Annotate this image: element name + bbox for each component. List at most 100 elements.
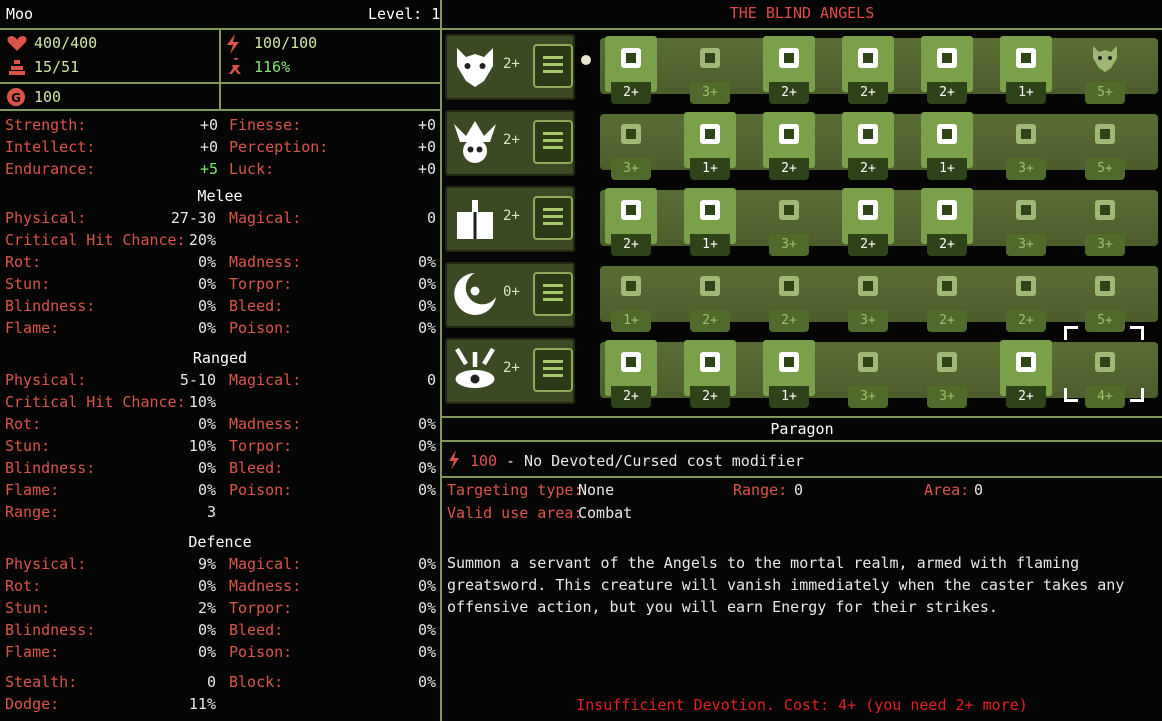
- skill-slot[interactable]: 1+: [684, 188, 736, 256]
- skill-cost: 2+: [848, 234, 888, 256]
- skill-slot[interactable]: 3+: [1079, 188, 1131, 256]
- skill-slot[interactable]: 2+: [842, 112, 894, 180]
- skill-slot[interactable]: 2+: [763, 36, 815, 104]
- stat-label: Magical:: [229, 209, 302, 227]
- scroll-icon[interactable]: [533, 120, 573, 164]
- chaos-star-icon: [858, 276, 878, 296]
- valid-area-label: Valid use area:: [447, 504, 583, 522]
- skill-cost: 1+: [1006, 82, 1046, 104]
- jester-skull-icon: [454, 121, 496, 163]
- skill-slot[interactable]: 2+: [1000, 340, 1052, 408]
- stat-label: Magical:: [229, 371, 302, 389]
- stat-value: 0%: [197, 481, 216, 499]
- skill-slot[interactable]: 1+: [921, 112, 973, 180]
- tree-row: 2+ 3+ 1+ 2+ 2+ 1+ 3+ 5+: [445, 108, 1159, 180]
- skill-slot[interactable]: 3+: [1000, 112, 1052, 180]
- stat-value: 0%: [197, 459, 216, 477]
- scroll-icon[interactable]: [533, 44, 573, 88]
- skill-slot[interactable]: 2+: [684, 264, 736, 332]
- skill-slot[interactable]: 5+: [1079, 36, 1131, 104]
- skill-cost: 2+: [611, 82, 651, 104]
- character-level: Level: 1: [368, 5, 441, 23]
- attr-value: +0: [199, 138, 218, 156]
- stat-value: 5-10: [179, 371, 216, 389]
- skill-cost: 2+: [927, 310, 967, 332]
- dash-figure-icon: [700, 48, 720, 68]
- skill-slot[interactable]: 2+: [1000, 264, 1052, 332]
- skill-slot[interactable]: 3+: [842, 264, 894, 332]
- skill-slot[interactable]: 2+: [605, 340, 657, 408]
- tree-row: 0+ 1+ 2+ 2+ 3+ 2+ 2+ 5+: [445, 260, 1159, 332]
- stat-value: 0%: [417, 673, 436, 691]
- scroll-icon[interactable]: [533, 348, 573, 392]
- stat-value: 0%: [417, 643, 436, 661]
- gold-coin-icon: G: [7, 88, 25, 106]
- heart-eye-icon: [779, 352, 799, 372]
- skill-cost: 5+: [1085, 158, 1125, 180]
- skill-slot[interactable]: 2+: [763, 264, 815, 332]
- stat-label: Poison:: [229, 481, 293, 499]
- tree-row: 2+ 2+ 2+ 1+ 3+ 3+ 2+ 4+: [445, 336, 1159, 408]
- antler-eye-icon: [455, 347, 495, 388]
- skill-cost: 3+: [769, 234, 809, 256]
- stat-label: Blindness:: [5, 621, 96, 639]
- god-header[interactable]: 2+: [445, 338, 575, 404]
- skill-slot[interactable]: 2+: [605, 188, 657, 256]
- attr-label: Perception:: [229, 138, 329, 156]
- skill-slot[interactable]: 1+: [763, 340, 815, 408]
- god-header[interactable]: 2+: [445, 186, 575, 252]
- skill-cost-note: - No Devoted/Cursed cost modifier: [506, 452, 805, 470]
- weight-icon: [9, 60, 25, 75]
- frame-line: [442, 476, 1162, 478]
- god-devotion-cost: 2+: [503, 56, 520, 72]
- skill-cost: 3+: [1085, 234, 1125, 256]
- fist-burst-icon: [937, 48, 957, 68]
- stat-label: Rot:: [5, 415, 42, 433]
- stat-label: Physical:: [5, 371, 87, 389]
- skill-slot[interactable]: 1+: [684, 112, 736, 180]
- frame-line: [0, 109, 440, 111]
- skill-cost: 1+: [769, 386, 809, 408]
- skill-cost: 2+: [848, 82, 888, 104]
- bone-icon: [1095, 200, 1115, 220]
- skill-slot[interactable]: 2+: [684, 340, 736, 408]
- skill-slot[interactable]: 3+: [842, 340, 894, 408]
- stat-label: Torpor:: [229, 599, 293, 617]
- skill-slot[interactable]: 1+: [605, 264, 657, 332]
- god-header[interactable]: 0+: [445, 262, 575, 328]
- stat-value: 0%: [417, 253, 436, 271]
- skill-slot[interactable]: 2+: [921, 36, 973, 104]
- scroll-icon[interactable]: [533, 196, 573, 240]
- frame-line: [442, 416, 1162, 418]
- skill-slot[interactable]: 3+: [684, 36, 736, 104]
- skill-slot[interactable]: 2+: [842, 36, 894, 104]
- stat-value: 0%: [197, 643, 216, 661]
- skill-slot[interactable]: 5+: [1079, 264, 1131, 332]
- stat-label: Blindness:: [5, 297, 96, 315]
- skill-slot[interactable]: 2+: [842, 188, 894, 256]
- scroll-icon[interactable]: [533, 272, 573, 316]
- god-devotion-cost: 0+: [503, 284, 520, 300]
- sun-eclipse-icon: [1095, 276, 1115, 296]
- skill-slot[interactable]: 2+: [763, 112, 815, 180]
- skill-slot[interactable]: 5+: [1079, 112, 1131, 180]
- skill-slot[interactable]: 3+: [763, 188, 815, 256]
- stat-value: 27-30: [170, 209, 216, 227]
- skill-slot[interactable]: 2+: [605, 36, 657, 104]
- skill-slot[interactable]: 3+: [921, 340, 973, 408]
- valid-area-value: Combat: [578, 504, 633, 522]
- skill-slot[interactable]: 3+: [1000, 188, 1052, 256]
- skill-cost: 2+: [848, 158, 888, 180]
- stat-label: Stun:: [5, 437, 51, 455]
- skill-cost: 3+: [848, 310, 888, 332]
- stat-value: 0%: [417, 437, 436, 455]
- skill-slot[interactable]: 2+: [921, 188, 973, 256]
- skill-slot[interactable]: 2+: [921, 264, 973, 332]
- tree-title: THE BLIND ANGELS: [729, 4, 875, 22]
- god-header[interactable]: 2+: [445, 110, 575, 176]
- skill-slot[interactable]: 3+: [605, 112, 657, 180]
- god-header[interactable]: 2+: [445, 34, 575, 100]
- energy-value: 100/100: [254, 34, 318, 52]
- skill-slot[interactable]: 1+: [1000, 36, 1052, 104]
- lightning-icon: [449, 450, 459, 470]
